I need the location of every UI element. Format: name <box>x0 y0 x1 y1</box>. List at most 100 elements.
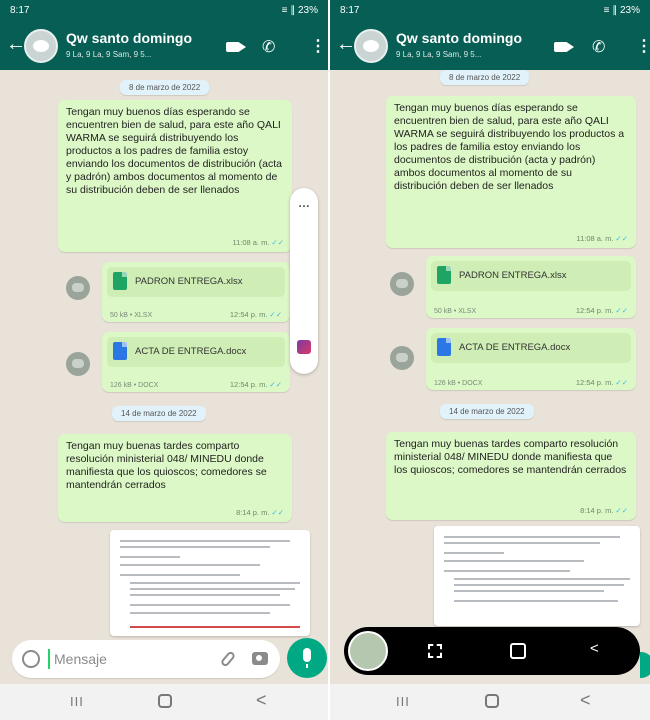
doc-underline-red <box>130 626 300 628</box>
file-card[interactable]: ACTA DE ENTREGA.docx <box>107 337 285 367</box>
camera-icon[interactable] <box>252 652 268 665</box>
back-nav-icon[interactable]: < <box>256 690 267 711</box>
status-time: 8:17 <box>340 5 360 16</box>
doc-text-line <box>130 588 295 590</box>
doc-text-line <box>120 574 240 576</box>
forward-icon[interactable] <box>390 272 414 296</box>
home-icon[interactable] <box>158 694 172 708</box>
forward-icon[interactable] <box>66 276 90 300</box>
file-size: 126 kB • DOCX <box>434 380 483 387</box>
read-ticks-icon: ✓✓ <box>271 508 284 517</box>
file-card[interactable]: ACTA DE ENTREGA.docx <box>431 333 631 363</box>
doc-text-line <box>120 556 180 558</box>
forward-icon[interactable] <box>66 352 90 376</box>
doc-text-line <box>130 604 290 606</box>
message-time: 12:54 p. m. <box>575 378 614 387</box>
message-meta: 11:08 a. m. ✓✓ <box>232 236 284 249</box>
more-options-icon[interactable]: ⋮ <box>636 36 650 56</box>
doc-text-line <box>444 570 570 572</box>
file-message[interactable]: ACTA DE ENTREGA.docx 126 kB • DOCX 12:54… <box>102 332 290 392</box>
message-bubble[interactable]: Tengan muy buenos días esperando se encu… <box>386 96 636 248</box>
date-chip: 14 de marzo de 2022 <box>440 404 534 419</box>
scroll-capture-icon[interactable] <box>510 643 526 659</box>
status-bar: 8:17 ≡ ∥ 23% <box>0 0 328 22</box>
group-avatar[interactable] <box>24 29 58 63</box>
message-time: 12:54 p. m. <box>229 310 268 319</box>
voice-message-button[interactable] <box>287 638 327 678</box>
chat-participants[interactable]: 9 La, 9 La, 9 Sam, 9 5... <box>396 50 516 59</box>
xlsx-file-icon <box>437 266 451 284</box>
doc-text-line <box>130 594 280 596</box>
voice-call-icon[interactable]: ✆ <box>262 37 275 57</box>
back-nav-icon[interactable]: < <box>580 690 591 711</box>
chat-title[interactable]: Qw santo domingo <box>66 30 192 46</box>
share-icon[interactable]: < <box>590 640 599 657</box>
doc-text-line <box>120 564 260 566</box>
more-options-icon[interactable]: ⋮ <box>310 36 326 56</box>
left-screenshot-panel: 8:17 ≡ ∥ 23% ← Qw santo domingo 9 La, 9 … <box>0 0 328 720</box>
message-composer[interactable] <box>12 640 280 678</box>
read-ticks-icon: ✓✓ <box>615 234 628 243</box>
message-text: Tengan muy buenas tardes comparto resolu… <box>66 440 267 491</box>
crop-icon[interactable] <box>428 644 442 658</box>
message-meta: 11:08 a. m. ✓✓ <box>576 232 628 245</box>
message-time: 11:08 a. m. <box>576 234 614 243</box>
doc-text-line <box>454 590 604 592</box>
forward-icon[interactable] <box>390 346 414 370</box>
recents-icon[interactable]: III <box>396 694 410 709</box>
video-call-icon[interactable] <box>226 42 246 52</box>
home-icon[interactable] <box>485 694 499 708</box>
edge-panel-popup[interactable]: … <box>290 188 318 374</box>
read-ticks-icon: ✓✓ <box>615 506 628 515</box>
status-icons: ≡ ∥ 23% <box>282 5 318 16</box>
recents-icon[interactable]: III <box>70 694 84 709</box>
read-ticks-icon: ✓✓ <box>269 380 282 389</box>
video-call-icon[interactable] <box>554 42 574 52</box>
right-screenshot-panel: 8:17 ≡ ∥ 23% ← Qw santo domingo 9 La, 9 … <box>328 0 650 720</box>
chat-title[interactable]: Qw santo domingo <box>396 30 522 46</box>
message-meta: 8:14 p. m. ✓✓ <box>236 506 284 519</box>
file-message[interactable]: PADRON ENTREGA.xlsx 50 kB • XLSX 12:54 p… <box>426 256 636 318</box>
file-card[interactable]: PADRON ENTREGA.xlsx <box>431 261 631 291</box>
document-image-preview[interactable] <box>434 526 640 626</box>
back-arrow-icon[interactable]: ← <box>336 34 356 54</box>
emoji-icon[interactable] <box>22 650 40 668</box>
more-dots-icon[interactable]: … <box>290 196 318 210</box>
back-arrow-icon[interactable]: ← <box>6 34 26 54</box>
read-ticks-icon: ✓✓ <box>269 310 282 319</box>
message-text: Tengan muy buenas tardes comparto resolu… <box>394 438 627 476</box>
file-size: 50 kB • XLSX <box>434 308 477 315</box>
xlsx-file-icon <box>113 272 127 290</box>
read-ticks-icon: ✓✓ <box>271 238 284 247</box>
doc-text-line <box>120 540 290 542</box>
message-time: 8:14 p. m. <box>236 508 270 517</box>
message-bubble[interactable]: Tengan muy buenas tardes comparto resolu… <box>386 432 636 520</box>
doc-text-line <box>454 578 630 580</box>
voice-call-icon[interactable]: ✆ <box>592 37 605 57</box>
file-message[interactable]: ACTA DE ENTREGA.docx 126 kB • DOCX 12:54… <box>426 328 636 390</box>
signal-battery-icon: ≡ ∥ 23% <box>281 5 318 16</box>
message-bubble[interactable]: Tengan muy buenas tardes comparto resolu… <box>58 434 292 522</box>
status-icons: ≡ ∥ 23% <box>604 5 640 16</box>
doc-text-line <box>454 600 618 602</box>
file-name: PADRON ENTREGA.xlsx <box>135 276 243 287</box>
screenshot-thumbnail[interactable] <box>348 631 388 671</box>
voice-message-button[interactable] <box>640 652 650 678</box>
message-text: Tengan muy buenos días esperando se encu… <box>66 106 282 196</box>
app-shortcut-icon[interactable] <box>297 340 311 354</box>
message-text: Tengan muy buenos días esperando se encu… <box>394 102 625 192</box>
file-name: ACTA DE ENTREGA.docx <box>135 346 247 357</box>
document-image-preview[interactable] <box>110 530 310 636</box>
group-avatar[interactable] <box>354 29 388 63</box>
doc-text-line <box>444 542 600 544</box>
message-time: 8:14 p. m. <box>580 506 614 515</box>
chat-participants[interactable]: 9 La, 9 La, 9 Sam, 9 5... <box>66 50 186 59</box>
file-message[interactable]: PADRON ENTREGA.xlsx 50 kB • XLSX 12:54 p… <box>102 262 290 322</box>
message-bubble[interactable]: Tengan muy buenos días esperando se encu… <box>58 100 292 252</box>
message-time: 12:54 p. m. <box>575 306 614 315</box>
file-card[interactable]: PADRON ENTREGA.xlsx <box>107 267 285 297</box>
attach-icon[interactable] <box>219 650 237 668</box>
message-input[interactable] <box>48 649 208 669</box>
file-name: PADRON ENTREGA.xlsx <box>459 270 567 281</box>
doc-text-line <box>454 584 624 586</box>
